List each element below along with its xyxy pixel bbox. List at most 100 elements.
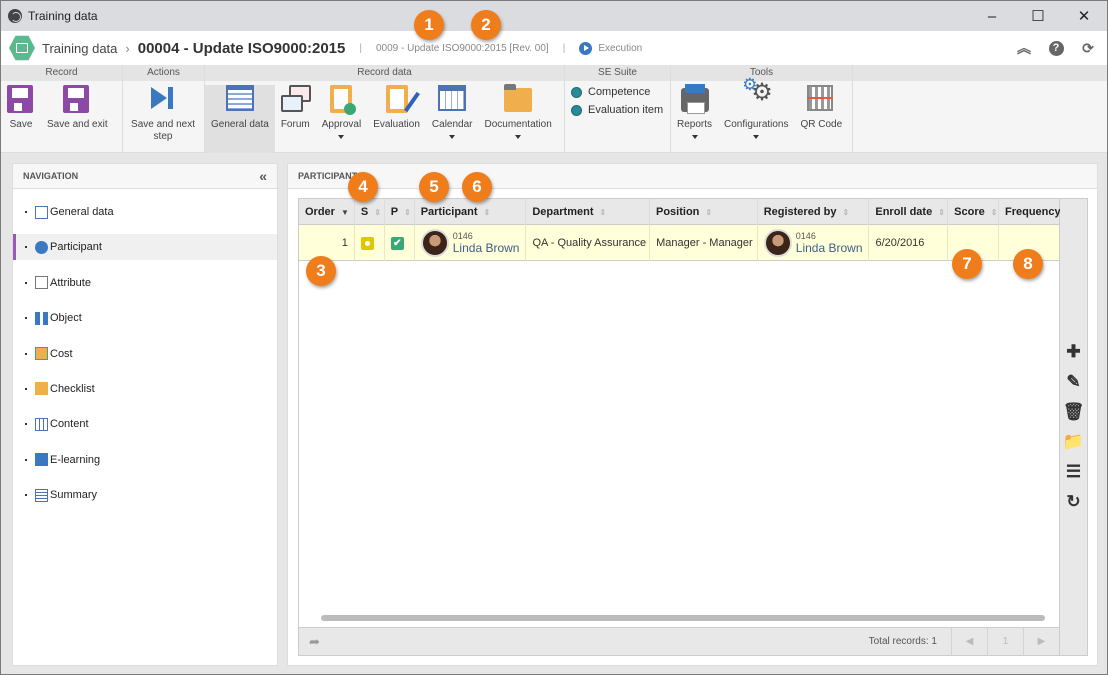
qr-code-button[interactable]: QR Code: [795, 85, 849, 153]
nav-item-e-learning[interactable]: E-learning: [13, 447, 277, 473]
approval-icon: [330, 85, 357, 115]
participant-name[interactable]: Linda Brown: [453, 241, 520, 255]
nav-item-cost[interactable]: Cost: [13, 341, 277, 367]
collapse-header-icon[interactable]: ︽: [1015, 39, 1033, 57]
nav-item-summary[interactable]: Summary: [13, 482, 277, 508]
breadcrumb-separator: ›: [125, 40, 130, 56]
column-enroll-date[interactable]: Enroll date ⇕: [869, 199, 949, 225]
competence-link[interactable]: Competence: [571, 86, 664, 98]
reports-button[interactable]: Reports: [671, 84, 718, 153]
dropdown-caret-icon: [338, 135, 345, 139]
nav-item-checklist[interactable]: Checklist: [13, 376, 277, 402]
qr-code-icon: [807, 85, 834, 111]
panel-title: PARTICIPANT: [298, 171, 358, 181]
prev-page-button[interactable]: ◀: [951, 627, 987, 656]
nav-item-general-data[interactable]: General data: [13, 199, 277, 225]
column-order[interactable]: Order ▼: [299, 199, 355, 225]
configurations-button[interactable]: Configurations: [718, 79, 794, 153]
checkmark-icon: ✔: [390, 236, 404, 250]
grid-footer: ➦ Total records: 1 ◀ 1 ▶: [299, 627, 1059, 656]
evaluation-button[interactable]: Evaluation: [367, 85, 426, 153]
close-button[interactable]: ✕: [1061, 1, 1107, 31]
content-icon: [35, 417, 48, 431]
nav-label: Checklist: [50, 382, 95, 395]
documentation-button[interactable]: Documentation: [479, 84, 558, 153]
list-icon[interactable]: ☰: [1064, 461, 1084, 483]
column-score[interactable]: Score ⇕: [948, 199, 999, 225]
add-icon[interactable]: ✚: [1064, 341, 1084, 363]
ribbon-group-actions: Actions Save and next step: [123, 65, 205, 153]
save-and-exit-button[interactable]: Save and exit: [41, 85, 114, 153]
nav-item-attribute[interactable]: Attribute: [13, 270, 277, 296]
evaluation-item-link[interactable]: Evaluation item: [571, 104, 664, 116]
registered-name[interactable]: Linda Brown: [796, 241, 863, 255]
breadcrumb-header: Training data › 00004 - Update ISO9000:2…: [1, 31, 1107, 65]
folder-add-icon[interactable]: 📁: [1063, 431, 1084, 453]
evaluation-item-label: Evaluation item: [588, 104, 664, 116]
sort-icon: ⇕: [705, 207, 713, 217]
sort-icon: ⇕: [374, 207, 381, 217]
nav-item-content[interactable]: Content: [13, 411, 277, 437]
collapse-navigation-icon[interactable]: «: [259, 168, 267, 184]
column-department[interactable]: Department ⇕: [526, 199, 650, 225]
object-icon: [35, 311, 48, 325]
calendar-button[interactable]: Calendar: [426, 85, 479, 153]
column-s[interactable]: S ⇕: [355, 199, 385, 225]
attribute-icon: [35, 276, 48, 290]
horizontal-scrollbar[interactable]: [321, 615, 1045, 621]
callout-badge: 5: [419, 172, 449, 202]
next-page-button[interactable]: ▶: [1023, 627, 1059, 656]
calendar-label: Calendar: [431, 119, 473, 130]
maximize-button[interactable]: ☐: [1015, 1, 1061, 31]
save-exit-icon: [63, 85, 90, 113]
help-icon[interactable]: ?: [1047, 39, 1065, 57]
nav-label: Content: [50, 418, 89, 431]
sort-icon: ⇕: [404, 207, 411, 217]
sort-icon: ⇕: [599, 207, 607, 217]
nav-item-participant[interactable]: Participant: [13, 234, 277, 261]
ribbon-group-record: Record Save Save and exit: [1, 65, 123, 153]
callout-badge: 2: [471, 10, 501, 40]
globe-icon: [8, 9, 22, 23]
execution-play-icon: [579, 41, 593, 55]
dropdown-caret-icon: [515, 135, 522, 139]
cell-p: ✔: [385, 225, 415, 261]
column-position[interactable]: Position ⇕: [650, 199, 758, 225]
printer-icon: [680, 84, 709, 114]
column-participant[interactable]: Participant ⇕: [415, 199, 527, 225]
nav-item-object[interactable]: Object: [13, 305, 277, 331]
callout-badge: 7: [952, 249, 982, 279]
column-frequency[interactable]: Frequency: [999, 199, 1061, 225]
nav-label: Attribute: [50, 276, 91, 289]
summary-icon: [35, 488, 48, 502]
column-registered-by[interactable]: Registered by ⇕: [758, 199, 870, 225]
page-number[interactable]: 1: [987, 627, 1023, 656]
share-icon[interactable]: ➦: [309, 634, 320, 650]
delete-icon[interactable]: 🗑: [1063, 401, 1085, 423]
save-button[interactable]: Save: [1, 85, 41, 153]
minimize-button[interactable]: –: [969, 1, 1015, 31]
general-data-icon: [35, 205, 48, 219]
total-records: Total records: 1: [868, 636, 937, 647]
save-and-next-step-button[interactable]: Save and next step: [123, 85, 203, 153]
general-data-button[interactable]: General data: [205, 85, 275, 153]
cell-position: Manager - Manager: [650, 225, 758, 261]
record-subtitle: 0009 - Update ISO9000:2015 [Rev. 00]: [375, 42, 549, 54]
documentation-icon: [504, 84, 533, 112]
ribbon-toolbar: Record Save Save and exit Actions Save a…: [1, 65, 1107, 153]
group-title: Actions: [123, 65, 204, 81]
refresh-icon[interactable]: ↻: [1064, 491, 1084, 513]
breadcrumb-app[interactable]: Training data: [42, 41, 117, 56]
dropdown-caret-icon: [449, 135, 456, 139]
documentation-label: Documentation: [484, 119, 552, 130]
table-row[interactable]: 1 ✔ 0146 Linda Brown QA - Quality Assuran…: [299, 225, 1059, 261]
forum-icon: [281, 85, 312, 112]
column-p[interactable]: P ⇕: [385, 199, 415, 225]
refresh-icon[interactable]: ⟳: [1079, 39, 1097, 57]
cell-department: QA - Quality Assurance: [526, 225, 651, 261]
edit-icon[interactable]: ✎: [1064, 371, 1084, 393]
approval-button[interactable]: Approval: [316, 85, 367, 153]
save-label: Save: [9, 119, 33, 130]
save-exit-label: Save and exit: [47, 119, 108, 130]
forum-button[interactable]: Forum: [275, 85, 316, 153]
